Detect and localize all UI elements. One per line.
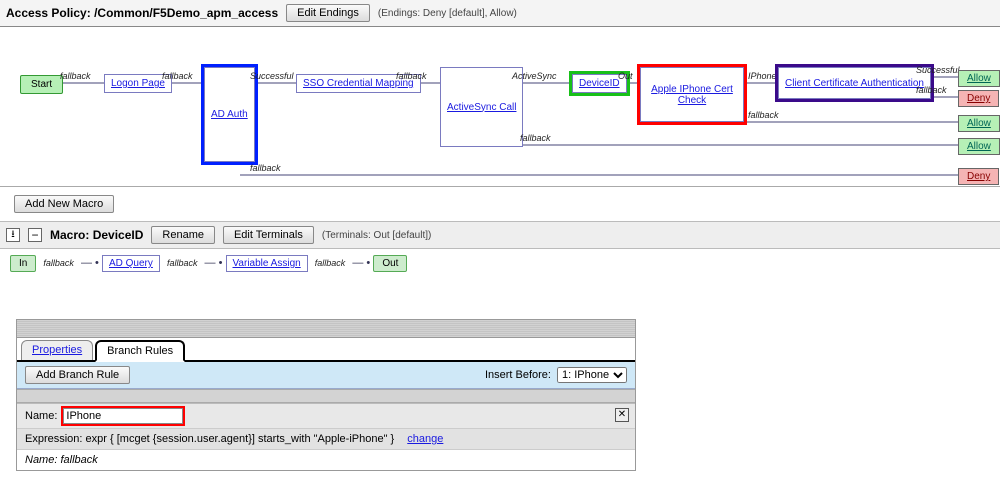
- node-cca[interactable]: Client Certificate Authentication: [778, 67, 931, 99]
- collapse-icon[interactable]: −: [28, 228, 42, 242]
- macro-out[interactable]: Out: [373, 255, 407, 272]
- macro-edge-3: fallback: [315, 258, 346, 268]
- edge-out: Out: [618, 71, 633, 81]
- terminal-deny-1[interactable]: Deny: [958, 90, 999, 107]
- macro-edge-1: fallback: [43, 258, 74, 268]
- node-activesync-call[interactable]: ActiveSync Call: [440, 67, 523, 147]
- add-new-macro-button[interactable]: Add New Macro: [14, 195, 114, 213]
- expression-value: expr { [mcget {session.user.agent}] star…: [86, 433, 395, 445]
- edge-fallback-6: fallback: [916, 85, 947, 95]
- close-icon[interactable]: ✕: [615, 408, 629, 422]
- macro-title-prefix: Macro:: [50, 228, 89, 242]
- edge-fallback-4: fallback: [520, 133, 551, 143]
- endings-hint: (Endings: Deny [default], Allow): [378, 8, 517, 19]
- rule-name-input[interactable]: [63, 408, 183, 424]
- terminal-allow-2[interactable]: Allow: [958, 115, 1000, 132]
- policy-title-prefix: Access Policy:: [6, 6, 91, 20]
- start-node[interactable]: Start: [20, 75, 63, 94]
- tab-properties[interactable]: Properties: [21, 340, 93, 360]
- insert-before-select[interactable]: 1: IPhone: [557, 367, 627, 383]
- branch-rules-dialog: Properties Branch Rules Add Branch Rule …: [16, 319, 636, 471]
- terminal-allow-1[interactable]: Allow: [958, 70, 1000, 87]
- edge-fallback-3: fallback: [396, 71, 427, 81]
- tab-branch-rules[interactable]: Branch Rules: [95, 340, 185, 362]
- edge-fallback-2: fallback: [162, 71, 193, 81]
- edge-fallback-adauth: fallback: [250, 163, 281, 173]
- fallback-row: Name: fallback: [17, 449, 635, 470]
- terminal-deny-2[interactable]: Deny: [958, 168, 999, 185]
- edge-activesync: ActiveSync: [512, 71, 557, 81]
- insert-before-label: Insert Before:: [485, 369, 551, 381]
- expression-label: Expression:: [25, 433, 82, 445]
- macro-header: ⭳ − Macro: DeviceID Rename Edit Terminal…: [0, 221, 1000, 249]
- rule-name-label: Name:: [25, 410, 57, 422]
- download-icon[interactable]: ⭳: [6, 228, 20, 242]
- edit-endings-button[interactable]: Edit Endings: [286, 4, 370, 22]
- node-ad-auth[interactable]: AD Auth: [204, 67, 255, 162]
- node-ad-query[interactable]: AD Query: [102, 255, 160, 272]
- rename-button[interactable]: Rename: [151, 226, 215, 244]
- macro-edge-2: fallback: [167, 258, 198, 268]
- policy-canvas: Start fallback Logon Page fallback AD Au…: [0, 27, 1000, 187]
- node-variable-assign[interactable]: Variable Assign: [226, 255, 308, 272]
- edge-fallback-1: fallback: [60, 71, 91, 81]
- edge-successful-2: Successful: [916, 65, 960, 75]
- edit-terminals-button[interactable]: Edit Terminals: [223, 226, 314, 244]
- terminals-hint: (Terminals: Out [default]): [322, 230, 431, 241]
- edge-successful-1: Successful: [250, 71, 294, 81]
- node-iphone-check[interactable]: Apple IPhone Cert Check: [640, 67, 744, 122]
- terminal-allow-3[interactable]: Allow: [958, 138, 1000, 155]
- policy-header: Access Policy: /Common/F5Demo_apm_access…: [6, 4, 994, 22]
- policy-path: /Common/F5Demo_apm_access: [94, 6, 278, 20]
- dialog-titlebar[interactable]: [17, 320, 635, 338]
- macro-canvas: In fallback — • AD Query fallback — • Va…: [0, 249, 1000, 295]
- macro-in[interactable]: In: [10, 255, 36, 272]
- change-link[interactable]: change: [407, 433, 443, 445]
- macro-name: DeviceID: [93, 228, 144, 242]
- edge-iphone: IPhone: [748, 71, 777, 81]
- edge-fallback-5: fallback: [748, 110, 779, 120]
- add-branch-rule-button[interactable]: Add Branch Rule: [25, 366, 130, 384]
